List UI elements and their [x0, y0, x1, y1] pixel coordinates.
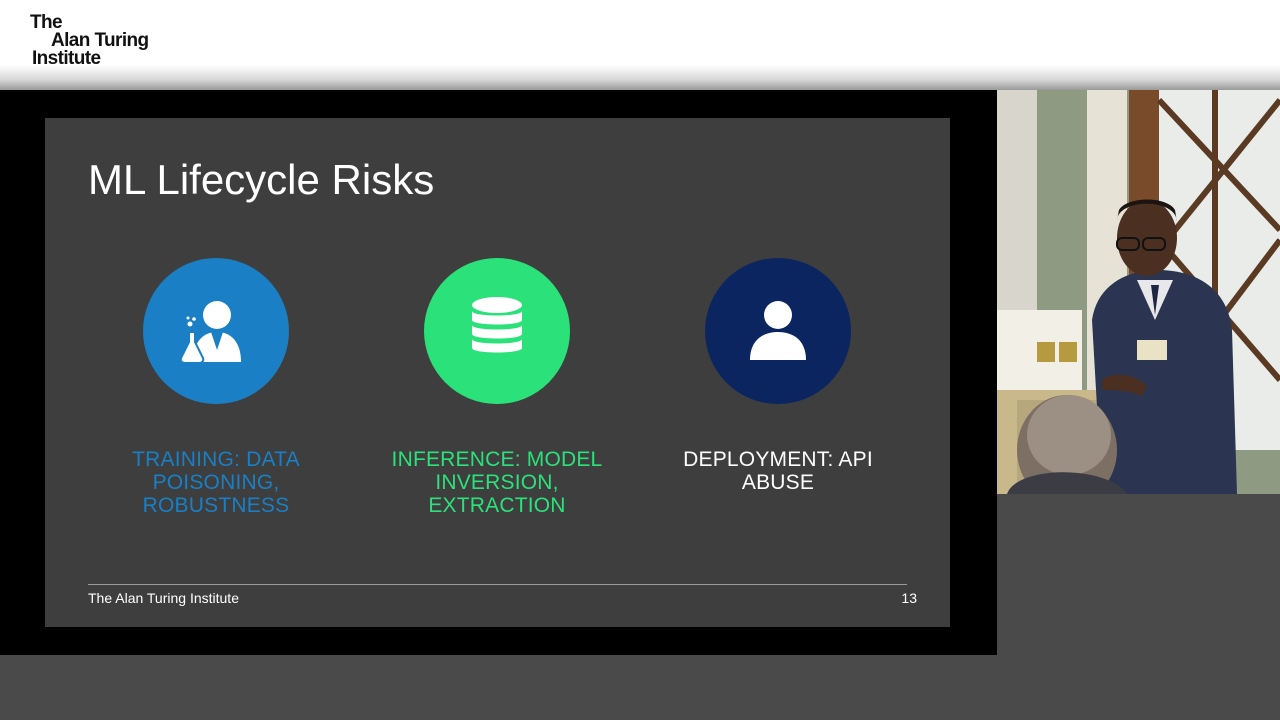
risk-inference: INFERENCE: MODEL INVERSION, EXTRACTION: [377, 258, 617, 517]
slide-title: ML Lifecycle Risks: [88, 156, 435, 203]
risk-label: INFERENCE: MODEL INVERSION, EXTRACTION: [391, 448, 603, 517]
risk-label: TRAINING: DATA POISONING, ROBUSTNESS: [132, 448, 300, 517]
footer-divider: [88, 584, 907, 585]
slide-page-number: 13: [901, 590, 917, 606]
risk-training: TRAINING: DATA POISONING, ROBUSTNESS: [96, 258, 336, 517]
scientist-icon: [143, 258, 289, 404]
logo-line-3: Institute: [32, 48, 101, 69]
user-icon: [705, 258, 851, 404]
slide: ML Lifecycle Risks TRAINING: DATA POISON…: [45, 118, 950, 627]
speaker-video-feed: [997, 90, 1280, 494]
risk-deployment: DEPLOYMENT: API ABUSE: [658, 258, 898, 494]
turing-logo: The Alan Turing Institute: [30, 13, 149, 69]
database-icon: [424, 258, 570, 404]
risk-label: DEPLOYMENT: API ABUSE: [683, 448, 873, 494]
footer-organization: The Alan Turing Institute: [88, 590, 239, 606]
presentation-stage: ML Lifecycle Risks TRAINING: DATA POISON…: [0, 90, 997, 655]
top-banner: The Alan Turing Institute: [0, 0, 1280, 90]
